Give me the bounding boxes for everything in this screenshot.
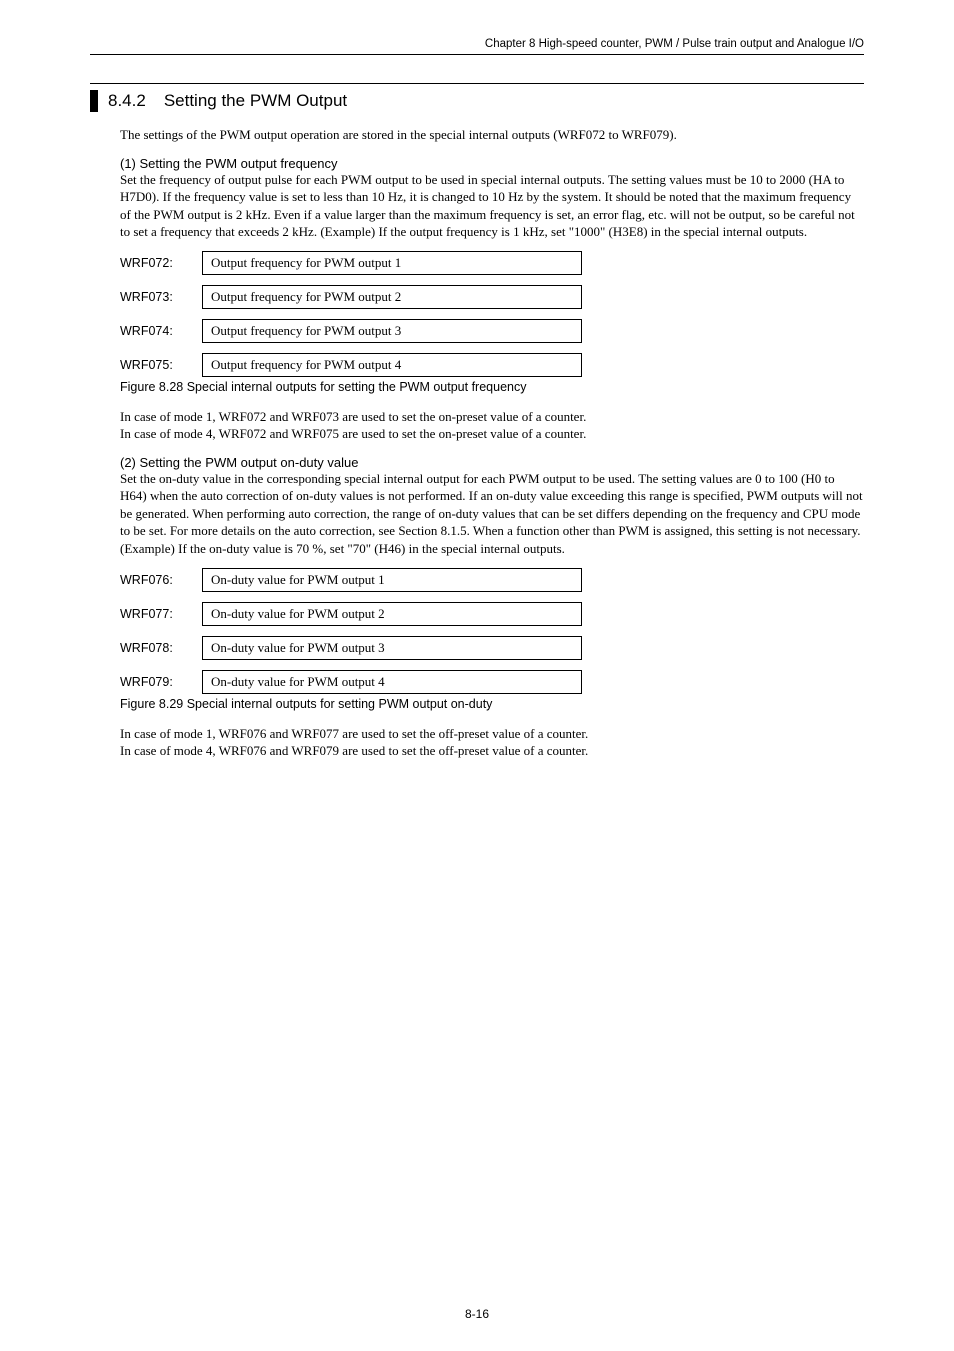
register-list-1: WRF072: Output frequency for PWM output … [120,251,864,377]
reg-label: WRF077: [120,607,202,621]
intro-paragraph: The settings of the PWM output operation… [120,126,864,144]
reg-row: WRF078: On-duty value for PWM output 3 [120,636,864,660]
chapter-header: Chapter 8 High-speed counter, PWM / Puls… [90,0,864,55]
reg-row: WRF079: On-duty value for PWM output 4 [120,670,864,694]
section-heading: 8.4.2 Setting the PWM Output [90,83,864,112]
part1-body: Set the frequency of output pulse for ea… [120,171,864,241]
figure-caption-1: Figure 8.28 Special internal outputs for… [120,380,864,394]
reg-label: WRF079: [120,675,202,689]
reg-label: WRF075: [120,358,202,372]
section-number: 8.4.2 [108,91,146,111]
reg-description: On-duty value for PWM output 1 [202,568,582,592]
page-number: 8-16 [0,1307,954,1321]
reg-label: WRF076: [120,573,202,587]
part2-heading: (2) Setting the PWM output on-duty value [120,455,864,470]
reg-row: WRF077: On-duty value for PWM output 2 [120,602,864,626]
reg-row: WRF076: On-duty value for PWM output 1 [120,568,864,592]
reg-row: WRF075: Output frequency for PWM output … [120,353,864,377]
section-bar-icon [90,90,98,112]
part1-heading: (1) Setting the PWM output frequency [120,156,864,171]
reg-description: Output frequency for PWM output 3 [202,319,582,343]
part2-body: Set the on-duty value in the correspondi… [120,470,864,558]
reg-label: WRF073: [120,290,202,304]
reg-label: WRF074: [120,324,202,338]
part2-note1: In case of mode 1, WRF076 and WRF077 are… [120,725,864,743]
register-list-2: WRF076: On-duty value for PWM output 1 W… [120,568,864,694]
part2-note2: In case of mode 4, WRF076 and WRF079 are… [120,742,864,760]
reg-label: WRF078: [120,641,202,655]
reg-description: Output frequency for PWM output 1 [202,251,582,275]
reg-row: WRF072: Output frequency for PWM output … [120,251,864,275]
reg-label: WRF072: [120,256,202,270]
part1-note2: In case of mode 4, WRF072 and WRF075 are… [120,425,864,443]
reg-description: On-duty value for PWM output 4 [202,670,582,694]
reg-row: WRF073: Output frequency for PWM output … [120,285,864,309]
reg-description: Output frequency for PWM output 2 [202,285,582,309]
reg-description: On-duty value for PWM output 2 [202,602,582,626]
section-title: Setting the PWM Output [164,91,347,111]
reg-description: On-duty value for PWM output 3 [202,636,582,660]
figure-caption-2: Figure 8.29 Special internal outputs for… [120,697,864,711]
reg-row: WRF074: Output frequency for PWM output … [120,319,864,343]
part1-note1: In case of mode 1, WRF072 and WRF073 are… [120,408,864,426]
reg-description: Output frequency for PWM output 4 [202,353,582,377]
